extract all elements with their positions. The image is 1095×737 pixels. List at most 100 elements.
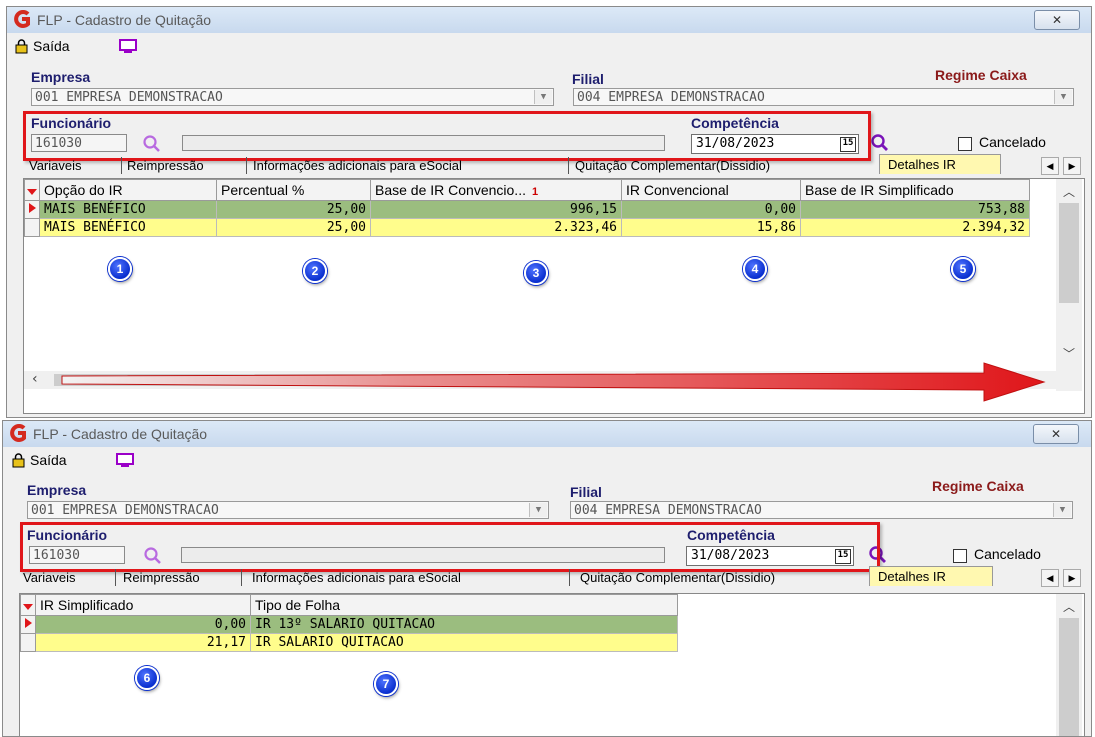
- cancelado-label: Cancelado: [979, 134, 1046, 150]
- window-title: FLP - Cadastro de Quitação: [33, 426, 208, 442]
- title-bar: FLP - Cadastro de Quitação ✕: [3, 421, 1091, 447]
- filial-select[interactable]: 004 EMPRESA DEMONSTRACAO ▼: [573, 88, 1074, 106]
- table-cell[interactable]: 996,15: [370, 200, 622, 219]
- column-header[interactable]: IR Convencional: [621, 179, 801, 201]
- monitor-icon[interactable]: [115, 452, 135, 468]
- empresa-label: Empresa: [31, 69, 91, 85]
- filial-value: 004 EMPRESA DEMONSTRACAO: [577, 90, 765, 105]
- chevron-down-icon[interactable]: ▼: [1054, 90, 1072, 104]
- column-header[interactable]: Base de IR Simplificado: [800, 179, 1030, 201]
- column-header[interactable]: Base de IR Convencio... 1: [370, 179, 622, 201]
- tab-informacoes-esocial[interactable]: Informações adicionais para eSocial: [250, 569, 463, 587]
- tab-separator: [568, 157, 569, 174]
- row-indicator: [20, 633, 36, 652]
- column-header[interactable]: Opção do IR: [39, 179, 217, 201]
- tab-reimpressao[interactable]: Reimpressão: [125, 157, 206, 175]
- table-cell[interactable]: IR SALARIO QUITACAO: [250, 633, 678, 652]
- empresa-label: Empresa: [27, 482, 87, 498]
- badge-5: 5: [951, 257, 975, 281]
- tab-scroll-left-icon[interactable]: ◀: [1041, 157, 1059, 175]
- filial-value: 004 EMPRESA DEMONSTRACAO: [574, 503, 762, 518]
- tab-quitacao-complementar[interactable]: Quitação Complementar(Dissidio): [578, 569, 777, 587]
- column-header[interactable]: Percentual %: [216, 179, 371, 201]
- saida-button[interactable]: Saída: [33, 38, 70, 54]
- grid-area: Opção do IR Percentual % Base de IR Conv…: [23, 178, 1085, 414]
- empresa-value: 001 EMPRESA DEMONSTRACAO: [31, 503, 219, 518]
- empresa-select[interactable]: 001 EMPRESA DEMONSTRACAO ▼: [27, 501, 549, 519]
- lock-icon[interactable]: [14, 39, 29, 54]
- tab-variaveis[interactable]: Variaveis: [27, 157, 84, 175]
- column-header[interactable]: IR Simplificado: [35, 594, 251, 616]
- grid-menu-icon[interactable]: [24, 179, 40, 201]
- cancelado-checkbox[interactable]: [953, 549, 967, 563]
- tab-bar: Variaveis Reimpressão Informações adicio…: [7, 154, 1091, 176]
- filial-label: Filial: [570, 484, 602, 500]
- scroll-up-icon[interactable]: ︿: [1056, 183, 1082, 200]
- table-header-row: Opção do IR Percentual % Base de IR Conv…: [24, 179, 1030, 201]
- chevron-down-icon[interactable]: ▼: [534, 90, 552, 104]
- scroll-thumb[interactable]: [1059, 203, 1079, 303]
- table-cell[interactable]: 25,00: [216, 218, 371, 237]
- lock-icon[interactable]: [11, 453, 26, 468]
- badge-6: 6: [135, 666, 159, 690]
- tab-scroll-right-icon[interactable]: ▶: [1063, 569, 1081, 587]
- tab-variaveis[interactable]: Variaveis: [21, 569, 78, 587]
- monitor-icon[interactable]: [118, 38, 138, 54]
- vertical-scrollbar[interactable]: ︿: [1056, 594, 1082, 736]
- table-cell[interactable]: MAIS BENÉFICO: [39, 200, 217, 219]
- table-row[interactable]: MAIS BENÉFICO 25,00 996,15 0,00 753,88: [24, 200, 1030, 219]
- current-row-icon: [20, 615, 36, 634]
- badge-2: 2: [303, 259, 327, 283]
- tab-scroll-left-icon[interactable]: ◀: [1041, 569, 1059, 587]
- filial-label: Filial: [572, 71, 604, 87]
- empresa-value: 001 EMPRESA DEMONSTRACAO: [35, 90, 223, 105]
- table-cell[interactable]: 0,00: [35, 615, 251, 634]
- tab-detalhes-ir[interactable]: Detalhes IR: [869, 566, 993, 586]
- table-cell[interactable]: 753,88: [800, 200, 1030, 219]
- tab-separator: [246, 157, 247, 174]
- tab-separator: [115, 569, 116, 586]
- tab-informacoes-esocial[interactable]: Informações adicionais para eSocial: [251, 157, 464, 175]
- close-button[interactable]: ✕: [1033, 424, 1079, 444]
- table-row[interactable]: 21,17 IR SALARIO QUITACAO: [20, 633, 678, 652]
- chevron-down-icon[interactable]: ▼: [1053, 503, 1071, 517]
- table-cell[interactable]: 2.394,32: [800, 218, 1030, 237]
- ir-simplificado-table: IR Simplificado Tipo de Folha 0,00 IR 13…: [20, 594, 678, 652]
- tab-separator: [121, 157, 122, 174]
- close-button[interactable]: ✕: [1034, 10, 1080, 30]
- table-cell[interactable]: MAIS BENÉFICO: [39, 218, 217, 237]
- sort-order-icon: 1: [531, 186, 539, 198]
- filial-select[interactable]: 004 EMPRESA DEMONSTRACAO ▼: [570, 501, 1073, 519]
- grid-menu-icon[interactable]: [20, 594, 36, 616]
- scroll-thumb[interactable]: [1059, 618, 1079, 736]
- empresa-select[interactable]: 001 EMPRESA DEMONSTRACAO ▼: [31, 88, 554, 106]
- table-cell[interactable]: 2.323,46: [370, 218, 622, 237]
- table-header-row: IR Simplificado Tipo de Folha: [20, 594, 678, 616]
- tab-quitacao-complementar[interactable]: Quitação Complementar(Dissidio): [573, 157, 772, 175]
- table-row[interactable]: MAIS BENÉFICO 25,00 2.323,46 15,86 2.394…: [24, 218, 1030, 237]
- tab-separator: [241, 569, 242, 586]
- table-cell[interactable]: 0,00: [621, 200, 801, 219]
- chevron-down-icon[interactable]: ▼: [529, 503, 547, 517]
- arrow-right-annotation: [61, 362, 1046, 402]
- ir-details-table: Opção do IR Percentual % Base de IR Conv…: [24, 179, 1030, 237]
- title-bar: FLP - Cadastro de Quitação ✕: [7, 7, 1091, 33]
- tab-scroll-right-icon[interactable]: ▶: [1063, 157, 1081, 175]
- table-cell[interactable]: IR 13º SALARIO QUITACAO: [250, 615, 678, 634]
- tab-separator: [569, 569, 570, 586]
- table-cell[interactable]: 25,00: [216, 200, 371, 219]
- tab-detalhes-ir[interactable]: Detalhes IR: [879, 154, 1001, 174]
- table-row[interactable]: 0,00 IR 13º SALARIO QUITACAO: [20, 615, 678, 634]
- cancelado-checkbox[interactable]: [958, 137, 972, 151]
- column-header[interactable]: Tipo de Folha: [250, 594, 678, 616]
- table-cell[interactable]: 21,17: [35, 633, 251, 652]
- search-icon[interactable]: [870, 133, 890, 153]
- scroll-up-icon[interactable]: ︿: [1056, 598, 1082, 615]
- table-cell[interactable]: 15,86: [621, 218, 801, 237]
- regime-caixa-label: Regime Caixa: [932, 478, 1024, 494]
- saida-button[interactable]: Saída: [30, 452, 67, 468]
- tab-reimpressao[interactable]: Reimpressão: [121, 569, 202, 587]
- window-top: FLP - Cadastro de Quitação ✕ Saída Empre…: [6, 6, 1092, 418]
- row-indicator: [24, 218, 40, 237]
- app-logo-icon: [14, 10, 30, 28]
